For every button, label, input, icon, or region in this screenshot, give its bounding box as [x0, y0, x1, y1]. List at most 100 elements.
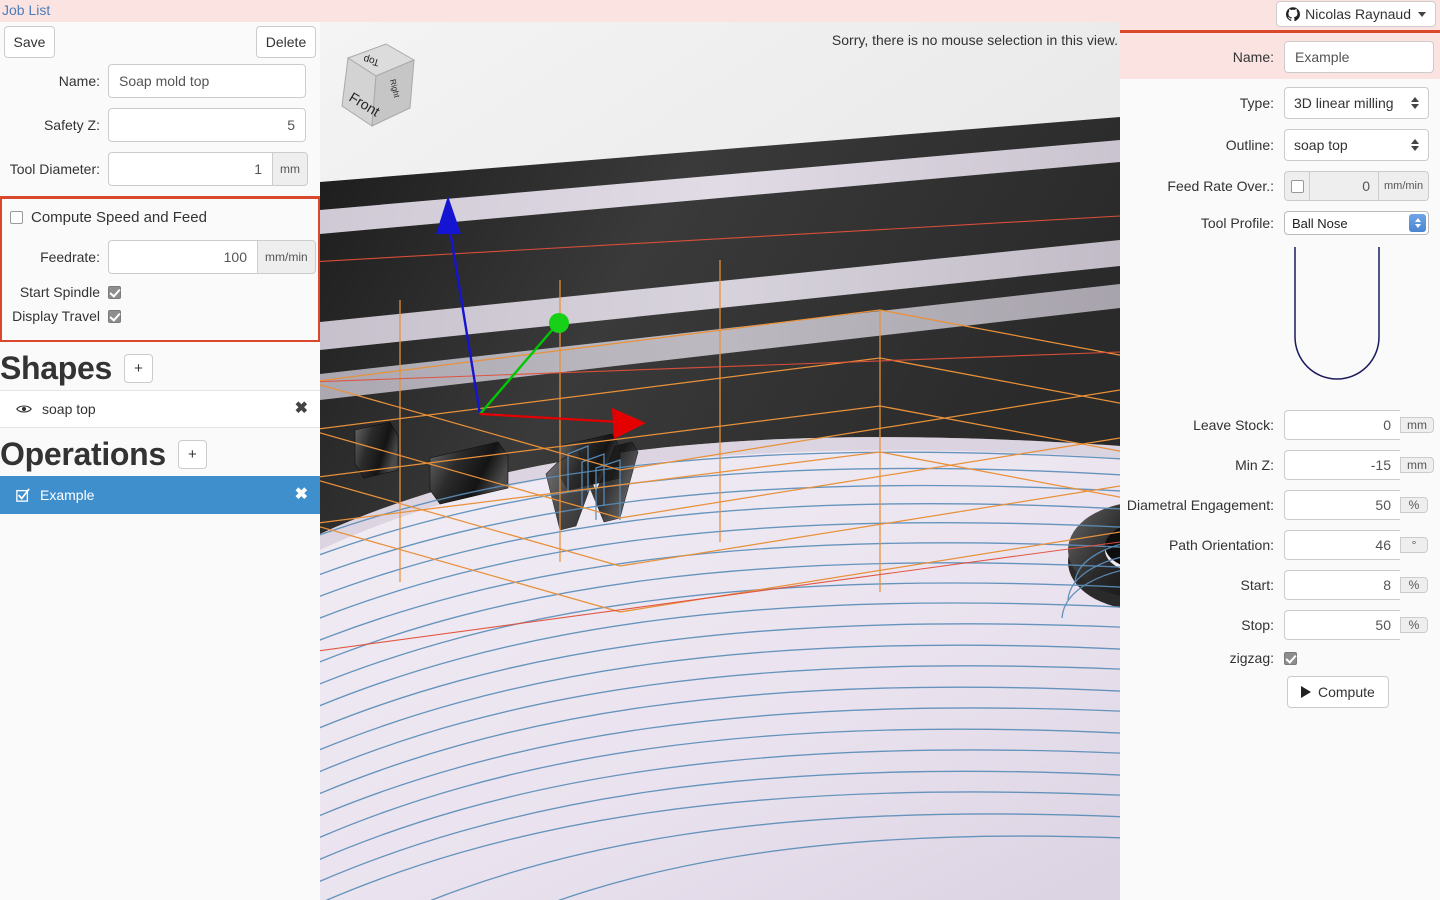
chevron-down-icon	[1418, 11, 1426, 17]
safety-z-input[interactable]	[108, 108, 306, 142]
view-cube[interactable]: Top Front Right	[328, 30, 418, 130]
shapes-header: Shapes +	[0, 342, 320, 390]
stop-label: Stop:	[1241, 617, 1274, 633]
speed-feed-section: Compute Speed and Feed Feedrate: mm/min …	[0, 196, 320, 342]
user-bar: Nicolas Raynaud	[1120, 0, 1440, 30]
zigzag-checkbox[interactable]	[1284, 651, 1297, 665]
add-operation-button[interactable]: +	[177, 439, 207, 469]
feed-rate-override-group: 0 mm/min	[1284, 171, 1430, 201]
play-icon	[1301, 686, 1311, 698]
shape-list-item[interactable]: soap top ✖	[0, 390, 320, 428]
feedrate-unit: mm/min	[258, 240, 316, 274]
compute-button-label: Compute	[1318, 684, 1375, 700]
spinner-icon	[1411, 139, 1419, 151]
operation-name-input[interactable]	[1284, 41, 1434, 73]
min-z-input[interactable]	[1284, 450, 1400, 480]
feed-rate-override-unit: mm/min	[1379, 171, 1430, 201]
path-orientation-row: Path Orientation: °	[1120, 530, 1440, 560]
left-panel: Job List Save Delete Name: Safety Z: Too…	[0, 0, 320, 900]
job-list-link[interactable]: Job List	[2, 2, 50, 18]
outline-value: soap top	[1294, 137, 1348, 153]
feed-rate-override-row: Feed Rate Over.: 0 mm/min	[1120, 171, 1440, 201]
feed-rate-override-checkbox[interactable]	[1290, 179, 1304, 193]
start-label: Start:	[1240, 577, 1274, 593]
start-spindle-label: Start Spindle	[19, 284, 100, 300]
delete-button[interactable]: Delete	[256, 26, 316, 58]
compute-button[interactable]: Compute	[1287, 676, 1389, 708]
start-input[interactable]	[1284, 570, 1400, 600]
tool-profile-value: Ball Nose	[1292, 215, 1348, 231]
github-icon	[1286, 7, 1301, 21]
diametral-engagement-label: Diametral Engagement:	[1126, 497, 1274, 513]
checked-box-icon[interactable]	[16, 488, 30, 502]
eye-icon[interactable]	[16, 403, 32, 415]
ball-nose-outline-icon	[1294, 247, 1380, 380]
3d-scene	[320, 22, 1120, 900]
outline-label: Outline:	[1225, 137, 1274, 153]
compute-speed-feed-row: Compute Speed and Feed	[0, 209, 320, 226]
path-orientation-input[interactable]	[1284, 530, 1400, 560]
tool-profile-preview	[1120, 245, 1440, 400]
tool-profile-label: Tool Profile:	[1200, 215, 1274, 231]
feed-rate-override-label: Feed Rate Over.:	[1167, 178, 1274, 194]
tool-diameter-label: Tool Diameter:	[9, 161, 100, 177]
3d-viewport[interactable]: Top Front Right Sorry, there is no mouse…	[320, 22, 1120, 900]
start-row: Start: %	[1120, 570, 1440, 600]
operation-name-band: Name:	[1120, 33, 1440, 79]
tool-profile-select[interactable]: Ball Nose	[1284, 211, 1429, 235]
feedrate-label: Feedrate:	[40, 249, 100, 265]
operations-header: Operations +	[0, 428, 320, 476]
tool-diameter-group: mm	[108, 152, 308, 186]
display-travel-label: Display Travel	[12, 308, 100, 324]
outline-select[interactable]: soap top	[1284, 129, 1429, 161]
stop-input[interactable]	[1284, 610, 1400, 640]
select-spinner-icon[interactable]	[1409, 214, 1426, 232]
operation-list-item[interactable]: Example ✖	[0, 476, 320, 514]
display-travel-checkbox[interactable]	[108, 309, 121, 323]
right-panel: Nicolas Raynaud Name: Type: 3D linear mi…	[1120, 0, 1440, 900]
start-spindle-checkbox[interactable]	[108, 285, 121, 299]
job-name-label: Name:	[58, 73, 100, 89]
zigzag-label: zigzag:	[1229, 650, 1274, 666]
start-unit: %	[1400, 577, 1428, 593]
tool-diameter-row: Tool Diameter: mm	[0, 152, 320, 186]
operation-name-label: Name:	[1232, 49, 1274, 65]
remove-shape-button[interactable]: ✖	[295, 401, 308, 417]
job-name-input[interactable]	[108, 64, 306, 98]
add-shape-button[interactable]: +	[124, 353, 154, 383]
user-menu-button[interactable]: Nicolas Raynaud	[1276, 1, 1436, 27]
remove-operation-button[interactable]: ✖	[295, 487, 308, 503]
operation-settings: Type: 3D linear milling Outline: soap to…	[1120, 79, 1440, 708]
feedrate-input[interactable]	[108, 240, 258, 274]
operation-list-item-label: Example	[40, 487, 95, 503]
shapes-title: Shapes	[0, 350, 113, 386]
operation-type-select[interactable]: 3D linear milling	[1284, 87, 1429, 119]
display-travel-row: Display Travel	[0, 308, 320, 324]
leave-stock-label: Leave Stock:	[1193, 417, 1274, 433]
user-name-label: Nicolas Raynaud	[1305, 6, 1411, 22]
min-z-row: Min Z: mm	[1120, 450, 1440, 480]
viewport-top-band	[320, 0, 1120, 22]
safety-z-label: Safety Z:	[43, 117, 100, 133]
leave-stock-unit: mm	[1400, 417, 1434, 433]
shape-list-item-label: soap top	[42, 401, 96, 417]
diametral-engagement-row: Diametral Engagement: %	[1120, 490, 1440, 520]
outline-row: Outline: soap top	[1120, 129, 1440, 161]
path-orientation-unit: °	[1400, 537, 1428, 553]
start-spindle-row: Start Spindle	[0, 284, 320, 300]
job-name-row: Name:	[0, 64, 320, 98]
feedrate-group: mm/min	[108, 240, 316, 274]
diametral-engagement-input[interactable]	[1284, 490, 1400, 520]
tool-diameter-input[interactable]	[108, 152, 273, 186]
viewport-message: Sorry, there is no mouse selection in th…	[831, 32, 1118, 48]
job-actions: Save Delete	[0, 26, 320, 64]
min-z-label: Min Z:	[1235, 457, 1274, 473]
leave-stock-input[interactable]	[1284, 410, 1400, 440]
save-button[interactable]: Save	[4, 26, 55, 58]
min-z-unit: mm	[1400, 457, 1434, 473]
diametral-engagement-unit: %	[1400, 497, 1428, 513]
stop-row: Stop: %	[1120, 610, 1440, 640]
compute-speed-feed-checkbox[interactable]	[10, 211, 23, 224]
spinner-icon	[1411, 97, 1419, 109]
feed-rate-override-value[interactable]: 0	[1309, 171, 1379, 201]
